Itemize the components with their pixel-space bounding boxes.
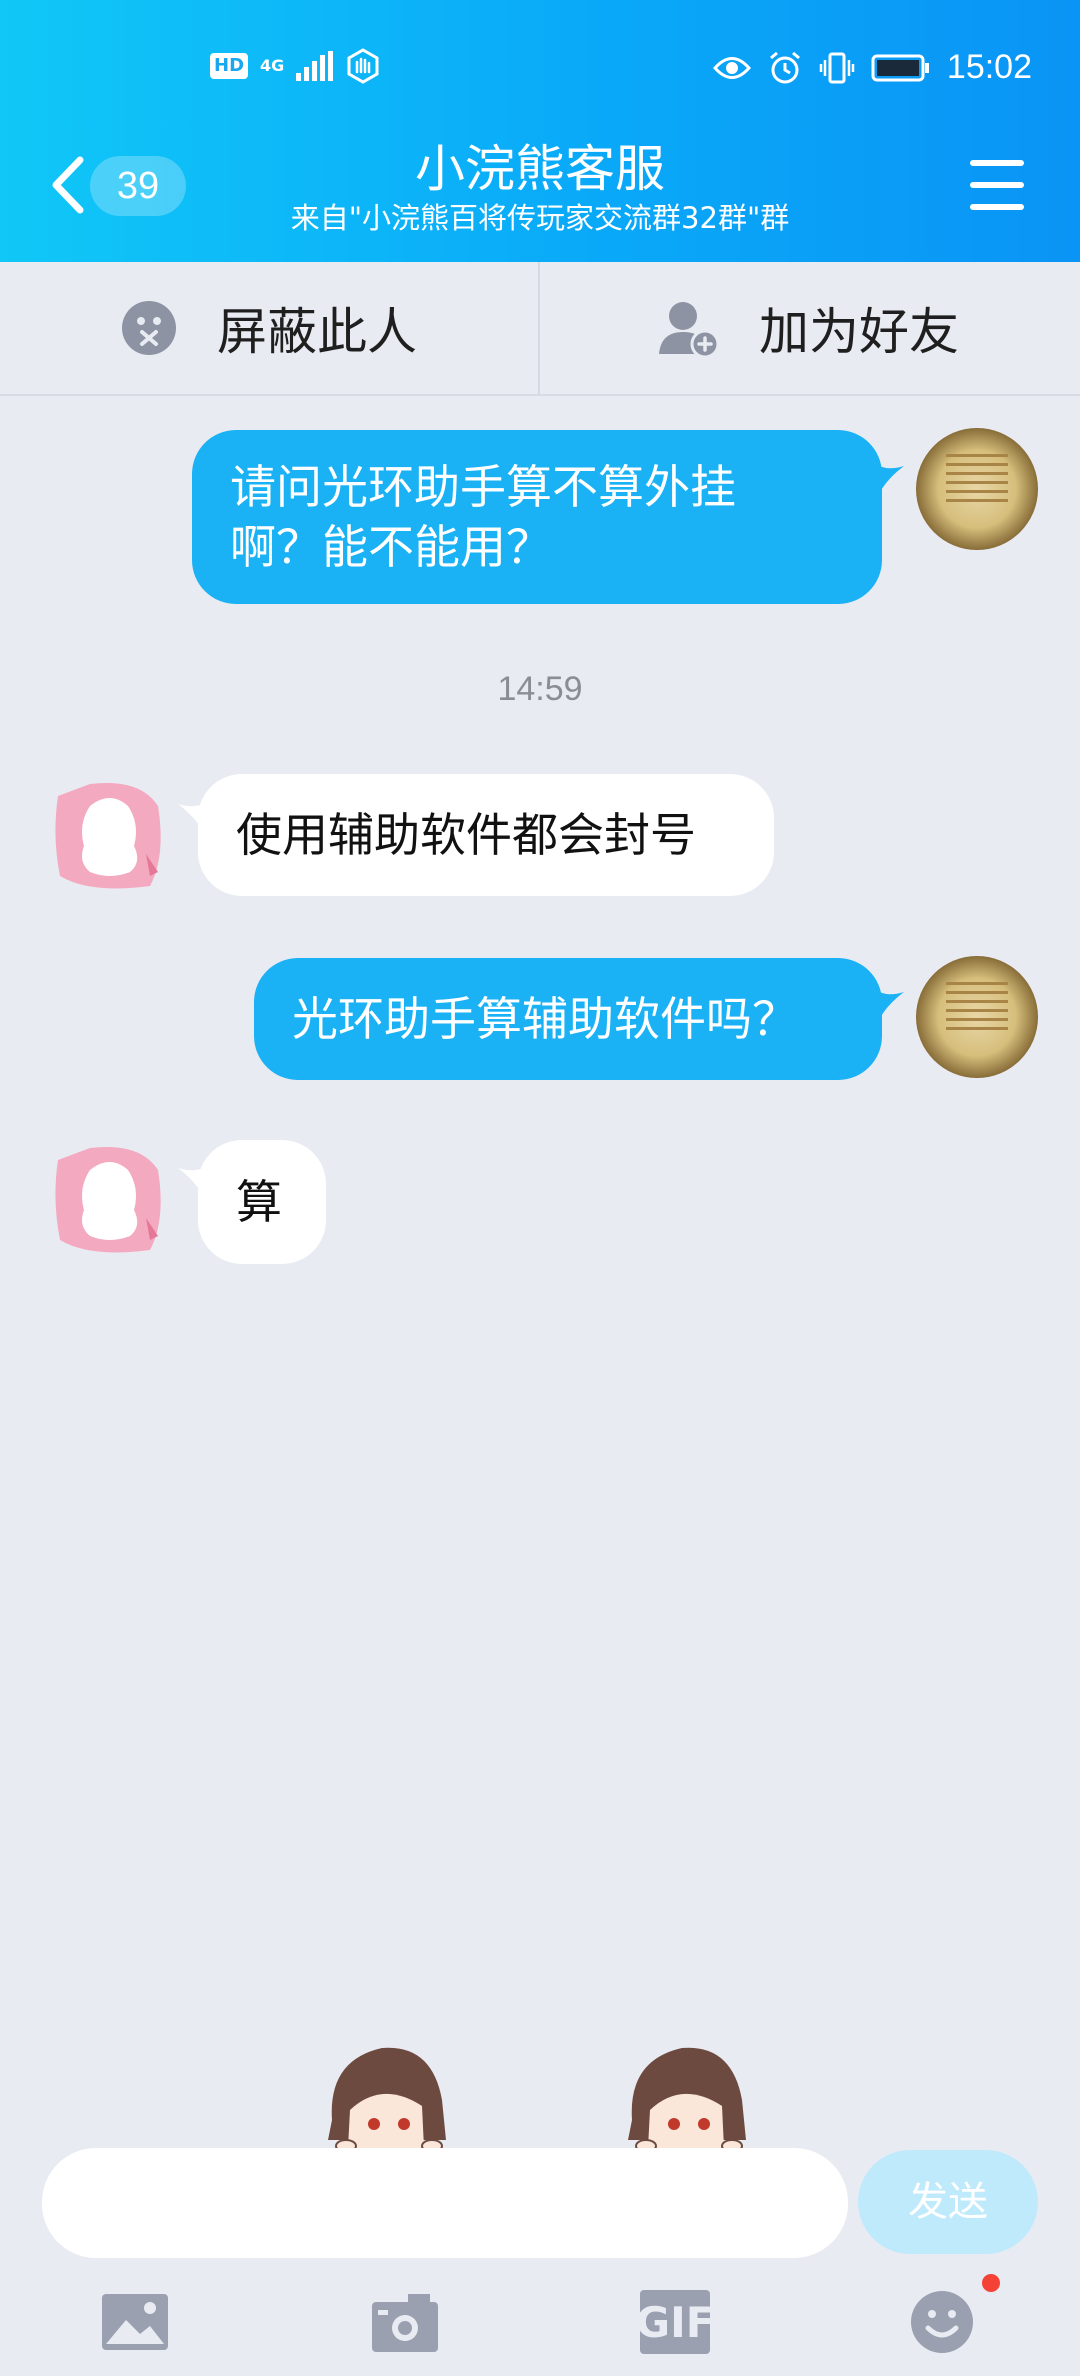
bubble-tail — [874, 462, 904, 492]
bubble-tail — [874, 988, 904, 1018]
block-user-label: 屏蔽此人 — [217, 303, 417, 361]
gif-label: GIF — [635, 2297, 715, 2347]
message-text: 光环助手算辅助软件吗？ — [292, 992, 798, 1046]
message-bubble-incoming[interactable]: 使用辅助软件都会封号 — [198, 774, 774, 896]
avatar-image — [946, 448, 1008, 508]
sender-avatar[interactable] — [50, 776, 172, 898]
message-text: 算 — [236, 1175, 282, 1229]
network-type: 4G — [260, 56, 285, 75]
battery-icon — [871, 54, 929, 81]
send-button[interactable]: 发送 — [858, 2150, 1038, 2254]
message-bubble-outgoing[interactable]: 光环助手算辅助软件吗？ — [254, 958, 882, 1080]
sender-avatar[interactable] — [50, 1140, 172, 1262]
block-icon — [122, 301, 176, 355]
message-input[interactable] — [42, 2148, 848, 2258]
my-avatar[interactable] — [916, 428, 1038, 550]
chat-subtitle: 来自"小浣熊百将传玩家交流群32群"群 — [290, 201, 790, 235]
gif-button[interactable]: GIF — [636, 2290, 714, 2354]
action-bar: 屏蔽此人 加为好友 — [0, 262, 1080, 396]
block-user-button[interactable]: 屏蔽此人 — [0, 262, 538, 394]
add-friend-label: 加为好友 — [759, 303, 959, 361]
status-bar: HD 4G 15:02 — [0, 0, 1080, 130]
status-left: HD 4G — [210, 48, 381, 84]
chat-title: 小浣熊客服 — [415, 140, 665, 198]
add-friend-icon — [659, 302, 719, 358]
image-icon[interactable] — [100, 2290, 170, 2354]
message-bubble-outgoing[interactable]: 请问光环助手算不算外挂 啊？能不能用？ — [192, 430, 882, 604]
message-timestamp: 14:59 — [497, 670, 583, 708]
chat-header: HD 4G 15:02 39 小浣熊客服 来自"小浣熊百将传玩家交流群32群"群 — [0, 0, 1080, 262]
signal-icon — [296, 51, 334, 81]
camera-icon[interactable] — [370, 2290, 440, 2354]
notification-dot — [982, 2274, 1000, 2292]
message-text: 使用辅助软件都会封号 — [236, 808, 696, 862]
mascot-sticker — [328, 2047, 446, 2150]
mascot-sticker — [628, 2047, 746, 2150]
menu-icon[interactable] — [970, 160, 1024, 210]
avatar-image — [946, 976, 1008, 1036]
qq-penguin-icon — [55, 782, 161, 889]
status-right: 15:02 — [712, 48, 1032, 87]
qq-penguin-icon — [55, 1146, 161, 1253]
emoji-icon[interactable] — [910, 2290, 974, 2354]
eye-icon — [712, 56, 751, 79]
alarm-icon — [769, 51, 800, 83]
add-friend-button[interactable]: 加为好友 — [540, 262, 1078, 394]
message-bubble-incoming[interactable]: 算 — [198, 1140, 326, 1264]
bottom-toolbar: GIF — [0, 2270, 1080, 2376]
hand-icon — [347, 48, 379, 84]
my-avatar[interactable] — [916, 956, 1038, 1078]
clock: 15:02 — [946, 48, 1032, 86]
vibrate-icon — [819, 52, 855, 83]
message-text: 请问光环助手算不算外挂 啊？能不能用？ — [230, 460, 736, 574]
hd-badge: HD — [210, 53, 249, 79]
